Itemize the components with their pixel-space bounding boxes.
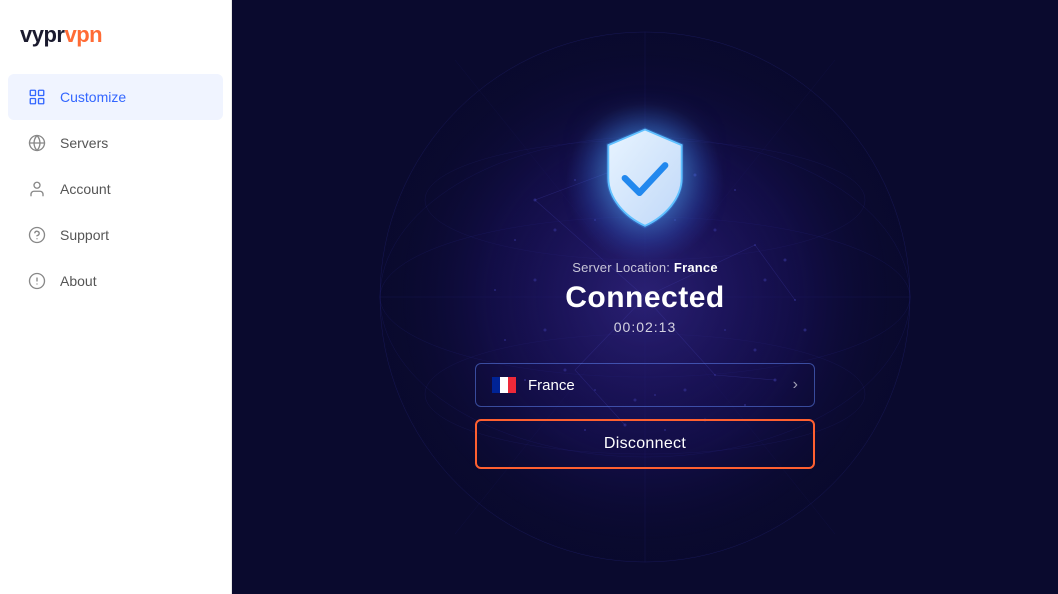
chevron-right-icon: › xyxy=(793,376,798,394)
vpn-status-panel: Server Location: France Connected 00:02:… xyxy=(475,125,815,469)
country-name: France xyxy=(528,377,575,394)
country-selector[interactable]: France › xyxy=(475,363,815,407)
account-icon xyxy=(28,180,46,198)
servers-icon xyxy=(28,134,46,152)
support-label: Support xyxy=(60,227,109,243)
sidebar-item-about[interactable]: About xyxy=(8,258,223,304)
servers-label: Servers xyxy=(60,135,108,151)
sidebar: vyprvpn Customize S xyxy=(0,0,232,594)
disconnect-button[interactable]: Disconnect xyxy=(475,419,815,469)
sidebar-item-customize[interactable]: Customize xyxy=(8,74,223,120)
shield-container xyxy=(590,125,700,240)
nav-menu: Customize Servers Account xyxy=(0,66,231,304)
app-logo: vyprvpn xyxy=(20,22,102,48)
support-icon xyxy=(28,226,46,244)
connection-status: Connected xyxy=(565,281,725,315)
about-icon xyxy=(28,272,46,290)
shield-icon xyxy=(590,125,700,235)
customize-icon xyxy=(28,88,46,106)
france-flag-icon xyxy=(492,377,516,393)
sidebar-item-servers[interactable]: Servers xyxy=(8,120,223,166)
logo-area: vyprvpn xyxy=(0,0,231,66)
account-label: Account xyxy=(60,181,111,197)
customize-label: Customize xyxy=(60,89,126,105)
about-label: About xyxy=(60,273,97,289)
sidebar-item-support[interactable]: Support xyxy=(8,212,223,258)
sidebar-item-account[interactable]: Account xyxy=(8,166,223,212)
main-content: Server Location: France Connected 00:02:… xyxy=(232,0,1058,594)
country-left: France xyxy=(492,377,575,394)
connection-timer: 00:02:13 xyxy=(614,319,677,335)
